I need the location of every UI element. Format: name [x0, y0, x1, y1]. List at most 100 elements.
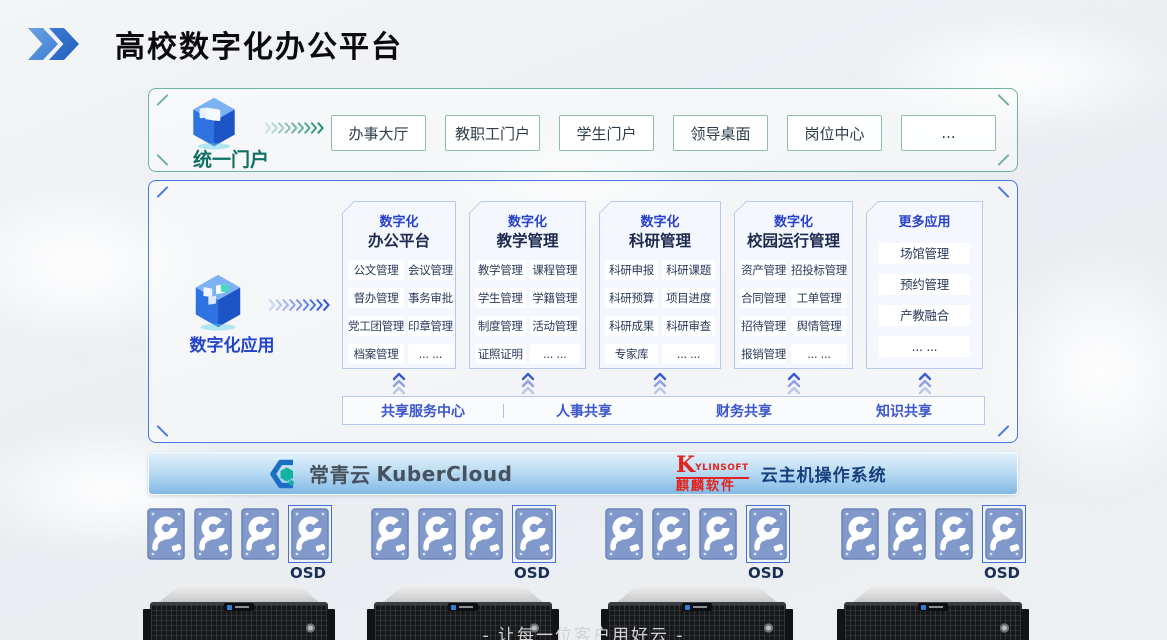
hdd-icon — [371, 508, 409, 560]
server-brand-led-icon — [448, 603, 478, 611]
hdd-icon — [888, 508, 926, 560]
hdd-icon-highlighted — [746, 505, 790, 563]
chevron-up-icon — [520, 371, 536, 395]
portal-button-row: 办事大厅 教职工门户 学生门户 领导桌面 岗位中心 ... — [331, 115, 996, 151]
hdd-icon-highlighted — [288, 505, 332, 563]
slide: 高校数字化办公平台 — [0, 0, 1167, 640]
portal-panel: 统一门户 办事大厅 教职工门户 学生门户 领导桌面 岗位中心 ... — [148, 88, 1018, 172]
app-chip: 合同管理 — [740, 288, 787, 308]
kylin-initial: K — [676, 454, 695, 476]
app-chip: 报销管理 — [740, 344, 787, 364]
corner-tick-icon — [997, 186, 1009, 198]
server-top — [382, 584, 544, 603]
app-chip: 制度管理 — [475, 316, 526, 336]
disk-row — [371, 508, 556, 563]
hdd-icon — [652, 508, 690, 560]
app-chip: 学生管理 — [475, 288, 526, 308]
app-chip: 舆情管理 — [791, 316, 847, 336]
hdd-icon-highlighted — [512, 505, 556, 563]
app-chip: 督办管理 — [348, 288, 404, 308]
app-chip: 场馆管理 — [879, 243, 970, 264]
corner-tick-icon — [156, 186, 168, 198]
chevron-up-icon — [917, 371, 933, 395]
footer-slogan: - 让每一位客户用好云 - — [0, 621, 1167, 640]
app-chip: ... ... — [879, 336, 970, 357]
apps-cube-icon — [189, 271, 247, 331]
portal-item-staff-portal: 教职工门户 — [445, 115, 540, 151]
disk-row — [147, 508, 332, 563]
kylin-name: YLINSOFT — [695, 464, 749, 473]
app-chip: 专家库 — [605, 344, 658, 364]
app-chip: 资产管理 — [740, 260, 787, 280]
column-tag: 数字化 — [600, 211, 720, 227]
portal-item-more: ... — [901, 115, 996, 151]
chevron-up-icon — [391, 371, 407, 395]
app-chip: ... ... — [408, 344, 453, 364]
hdd-icon — [515, 508, 553, 560]
app-column-more: 更多应用 场馆管理 预约管理 产教融合 ... ... — [866, 201, 983, 369]
app-chip: 科研申报 — [605, 260, 658, 280]
app-chip: 公文管理 — [348, 260, 404, 280]
hdd-icon — [418, 508, 456, 560]
portal-item-post-center: 岗位中心 — [787, 115, 882, 151]
osd-label: OSD — [604, 564, 790, 582]
shared-service-center: 共享服务中心 — [343, 401, 503, 421]
server-brand-led-icon — [224, 603, 254, 611]
disk-row — [841, 508, 1026, 563]
column-title: 教学管理 — [470, 229, 585, 251]
osd-label: OSD — [370, 564, 556, 582]
app-chip: ... ... — [662, 344, 715, 364]
app-chip: 证照证明 — [475, 344, 526, 364]
app-column-research: 数字化 科研管理 科研申报 科研课题 科研预算 项目进度 科研成果 科研审查 专… — [599, 201, 721, 369]
hdd-icon — [699, 508, 737, 560]
column-tag: 数字化 — [470, 211, 585, 227]
corner-tick-icon — [997, 425, 1009, 437]
server-brand-led-icon — [682, 603, 712, 611]
app-columns: 数字化 办公平台 公文管理 会议管理 督办管理 事务审批 党工团管理 印章管理 … — [342, 201, 983, 369]
server-top — [852, 584, 1014, 603]
osd-label: OSD — [146, 564, 332, 582]
column-title: 更多应用 — [867, 211, 982, 227]
server-top — [158, 584, 320, 603]
disk-row — [605, 508, 790, 563]
app-chip: 档案管理 — [348, 344, 404, 364]
app-chip: 预约管理 — [879, 274, 970, 295]
hdd-icon — [605, 508, 643, 560]
hdd-icon — [841, 508, 879, 560]
shared-finance: 财务共享 — [664, 401, 824, 421]
column-tag: 数字化 — [735, 211, 852, 227]
hdd-icon-highlighted — [982, 505, 1026, 563]
column-title: 科研管理 — [600, 229, 720, 251]
hdd-icon — [985, 508, 1023, 560]
hdd-icon — [147, 508, 185, 560]
app-chip: 课程管理 — [530, 260, 581, 280]
app-chip: 工单管理 — [791, 288, 847, 308]
app-chip: 党工团管理 — [348, 316, 404, 336]
chevron-up-icon — [652, 371, 668, 395]
corner-tick-icon — [156, 425, 168, 437]
app-chip: 活动管理 — [530, 316, 581, 336]
app-chip: 科研课题 — [662, 260, 715, 280]
apps-panel: 数字化应用 数字化 办公平台 公文管理 会议管理 督办管理 事务审批 党工团管理… — [148, 180, 1018, 443]
app-chip: 招投标管理 — [791, 260, 847, 280]
column-tag: 数字化 — [343, 211, 455, 227]
kylin-logo: K YLINSOFT 麒麟软件 — [676, 454, 749, 493]
page-title: 高校数字化办公平台 — [115, 22, 403, 66]
server-brand-led-icon — [918, 603, 948, 611]
os-label: 云主机操作系统 — [761, 461, 887, 486]
hdd-icon — [935, 508, 973, 560]
corner-tick-icon — [997, 154, 1009, 166]
flow-arrows-icon — [269, 299, 331, 311]
flow-arrows-icon — [265, 122, 325, 134]
kubercloud-brand: 常青云 KuberCloud — [269, 453, 512, 494]
app-chip: 会议管理 — [408, 260, 453, 280]
upflow-arrows-row — [342, 371, 983, 395]
app-chip: ... ... — [530, 344, 581, 364]
hdd-icon — [194, 508, 232, 560]
kubercloud-logo-icon — [269, 458, 301, 490]
app-column-campus-ops: 数字化 校园运行管理 资产管理 招投标管理 合同管理 工单管理 招待管理 舆情管… — [734, 201, 853, 369]
corner-tick-icon — [156, 154, 168, 166]
hdd-icon — [749, 508, 787, 560]
corner-tick-icon — [997, 94, 1009, 106]
page-header: 高校数字化办公平台 — [28, 22, 403, 66]
